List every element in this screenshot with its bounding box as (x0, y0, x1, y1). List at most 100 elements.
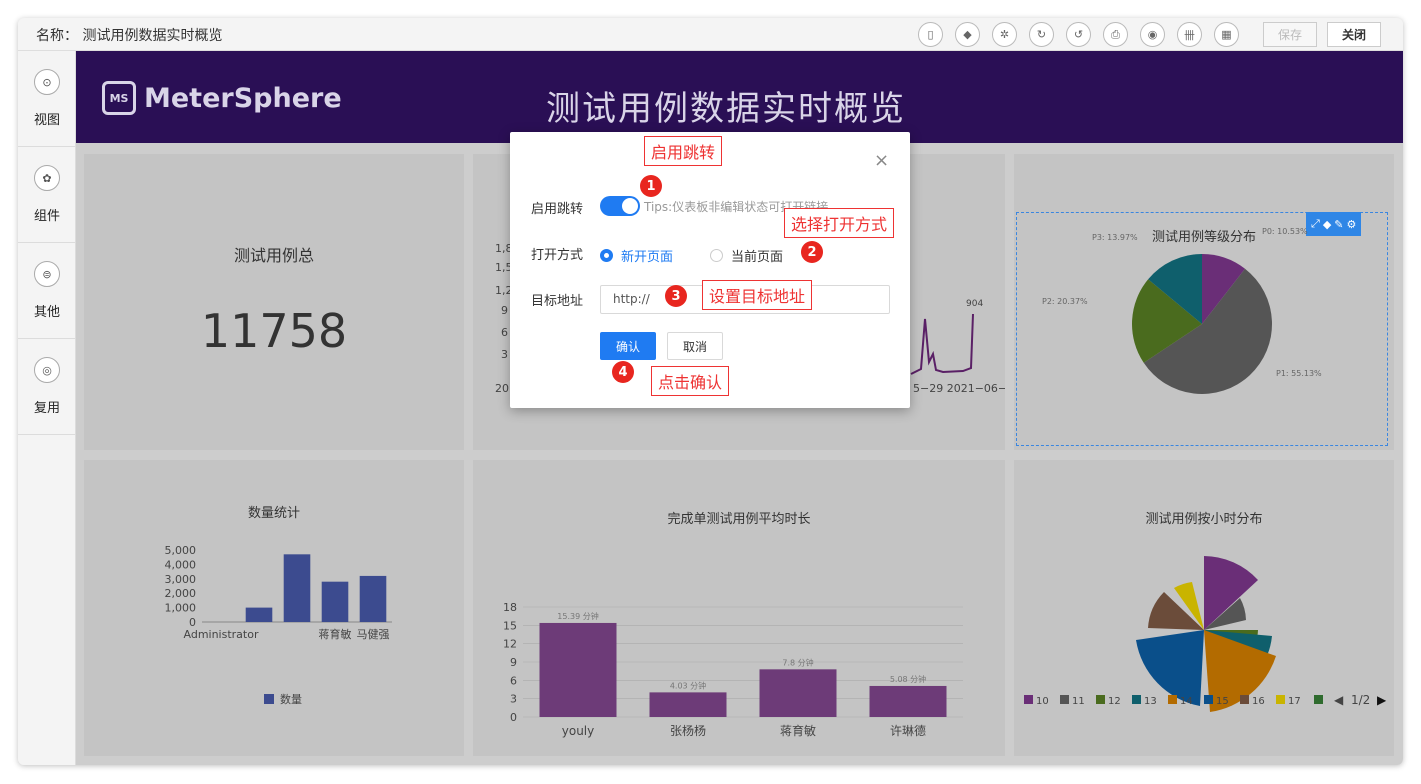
annotation-4: 点击确认 (651, 366, 730, 396)
sidebar-item-label: 视图 (33, 113, 60, 128)
avg-duration-panel[interactable]: 完成单测试用例平均时长 18 15 12 9 6 3 0 15.39 分钟 youly 4.03 … (473, 460, 1005, 756)
trend-y-tick: 6 (501, 326, 508, 339)
y-tick-label: 18 (503, 601, 517, 614)
annotation-badge-4: 4 (612, 361, 634, 383)
hour-slice-15 (1136, 630, 1204, 706)
priority-pie-chart: P0: 10.53% P1: 55.13% P2: 20.37% P3: 13.97% (1042, 227, 1322, 394)
legend-label: 14 (1180, 696, 1193, 707)
trend-peak-label: 904 (966, 299, 983, 309)
annotation-2: 选择打开方式 (784, 208, 895, 238)
y-tick-label: 9 (510, 656, 517, 669)
y-tick-label: 1,000 (165, 602, 197, 615)
close-button[interactable]: 关闭 (1327, 22, 1381, 47)
hour-pie-panel[interactable]: 测试用例按小时分布 10 11 12 13 14 15 16 17 ◀ 1/2 ▶ (1014, 460, 1394, 756)
metersphere-logo: MS MeterSphere (102, 81, 342, 115)
dashboard-name: 名称： 测试用例数据实时概览 (36, 28, 223, 44)
avg-bar-chart: 18 15 12 9 6 3 0 15.39 分钟 youly 4.03 分钟张杨杨 7.8 分钟蒋… (503, 601, 963, 738)
bar (283, 554, 311, 622)
legend-swatch (1168, 695, 1177, 704)
layers-icon[interactable]: ◆ (955, 22, 980, 47)
dashboard-header[interactable]: MS MeterSphere 测试用例数据实时概览 (76, 51, 1403, 143)
panel-title: 测试用例总 (233, 246, 314, 265)
component-icon: ✿ (34, 165, 60, 191)
pie-label: P3: 13.97% (1092, 233, 1138, 242)
x-tick-label: 张杨杨 (670, 723, 706, 738)
legend-label: 15 (1216, 696, 1229, 707)
legend-next-icon[interactable]: ▶ (1377, 693, 1387, 707)
logo-icon: MS (102, 81, 136, 115)
bar (359, 575, 387, 622)
preview-icon[interactable]: ◉ (1140, 22, 1165, 47)
trend-line (910, 313, 974, 375)
count-bar-chart: 5,0004,0003,0002,0001,0000Administrator 蒋… (165, 544, 392, 706)
annotation-badge-3: 3 (665, 285, 687, 307)
bar-data-label: 7.8 分钟 (782, 657, 813, 667)
legend-swatch (1204, 695, 1213, 704)
legend-page: 1/2 (1351, 693, 1370, 707)
dashboard-editor-window: 名称： 测试用例数据实时概览 ▯ ◆ ✲ ↻ ↺ ⎙ ◉ 卌 ▦ 保存 关闭 ⊙… (18, 18, 1403, 765)
annotation-badge-1: 1 (640, 175, 662, 197)
phone-icon[interactable]: ▯ (918, 22, 943, 47)
annotation-1: 启用跳转 (644, 136, 723, 166)
y-tick-label: 2,000 (165, 587, 197, 600)
count-chart-panel[interactable]: 数量统计 5,000 4,000 3,000 2,000 1,000 0 Administr… (84, 460, 464, 756)
confirm-button[interactable]: 确认 (600, 332, 656, 360)
toggle-knob (622, 198, 638, 214)
trend-x-end: 5−29 2021−06−30 (913, 382, 1005, 395)
annotation-badge-2: 2 (801, 241, 823, 263)
jump-label: 启用跳转 (531, 202, 584, 217)
legend-label: 10 (1036, 696, 1049, 707)
reuse-icon: ◎ (34, 357, 60, 383)
bar (539, 622, 617, 717)
bar (869, 685, 947, 717)
legend-label: 数量 (280, 693, 302, 706)
redo-icon[interactable]: ↻ (1029, 22, 1054, 47)
x-tick-label: youly (562, 724, 594, 738)
pie-label: P0: 10.53% (1262, 227, 1308, 236)
sidebar: ⊙ 视图 ✿ 组件 ⊜ 其他 ◎ 复用 (18, 51, 76, 765)
bar-data-label: 5.08 分钟 (890, 674, 926, 684)
bar-data-label: 4.03 分钟 (670, 680, 706, 690)
legend-label: 13 (1144, 696, 1157, 707)
legend-swatch (1276, 695, 1285, 704)
total-cases-panel[interactable]: 测试用例总 11758 (84, 154, 464, 450)
bar-data-label: 15.39 分钟 (557, 611, 598, 621)
export-icon[interactable]: ⎙ (1103, 22, 1128, 47)
bar (321, 581, 349, 622)
pie-label: P2: 20.37% (1042, 297, 1088, 306)
y-tick-label: 15 (503, 619, 517, 632)
legend-swatch (1060, 695, 1069, 704)
y-tick-label: 3 (510, 693, 517, 706)
priority-pie-panel[interactable]: ⤢ ◆ ✎ ⚙ 测试用例等级分布 P0: 10.53% P1: 55.13% P2:… (1014, 154, 1394, 450)
other-icon: ⊜ (34, 261, 60, 287)
trend-x-start: 20 (495, 382, 509, 395)
undo-icon[interactable]: ↺ (1066, 22, 1091, 47)
dashboard-title: 测试用例数据实时概览 (546, 89, 906, 129)
y-tick-label: 4,000 (165, 558, 197, 571)
total-cases-value: 11758 (200, 304, 348, 358)
close-icon[interactable]: × (874, 150, 889, 171)
qrcode-icon[interactable]: ▦ (1214, 22, 1239, 47)
legend-swatch (1240, 695, 1249, 704)
grid-icon[interactable]: 卌 (1177, 22, 1202, 47)
legend-prev-icon[interactable]: ◀ (1334, 693, 1344, 707)
cancel-button[interactable]: 取消 (667, 332, 723, 360)
logo-text: MeterSphere (144, 82, 342, 114)
save-button[interactable]: 保存 (1263, 22, 1317, 47)
sidebar-item-reuse[interactable]: ◎ 复用 (18, 339, 75, 435)
radio-dot (600, 249, 613, 262)
radio-new-page[interactable]: 新开页面 (600, 246, 673, 265)
sidebar-item-other[interactable]: ⊜ 其他 (18, 243, 75, 339)
radio-current-page[interactable]: 当前页面 (710, 246, 783, 265)
sidebar-item-component[interactable]: ✿ 组件 (18, 147, 75, 243)
legend-label: 12 (1108, 696, 1121, 707)
radio-dot (710, 249, 723, 262)
radio-label: 新开页面 (621, 250, 674, 265)
jump-toggle[interactable] (600, 196, 640, 216)
magic-icon[interactable]: ✲ (992, 22, 1017, 47)
sidebar-item-view[interactable]: ⊙ 视图 (18, 51, 75, 147)
hour-pie-chart: 10 11 12 13 14 15 16 17 ◀ 1/2 ▶ (1024, 556, 1387, 712)
legend-label: 17 (1288, 696, 1301, 707)
bar (245, 607, 273, 622)
legend-swatch (1132, 695, 1141, 704)
